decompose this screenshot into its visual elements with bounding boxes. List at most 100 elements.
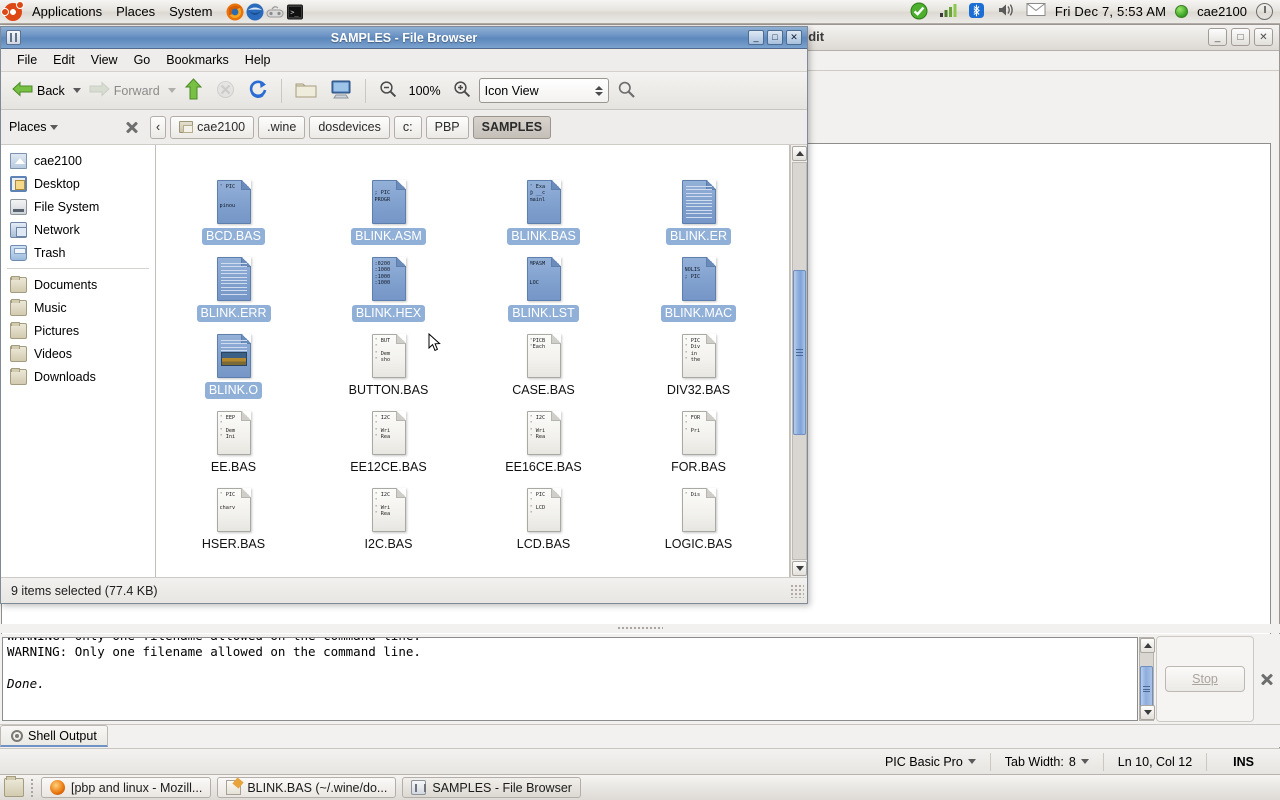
sidebar-item-trash[interactable]: Trash	[1, 241, 155, 264]
file-browser-titlebar[interactable]: SAMPLES - File Browser _ □ ✕	[1, 27, 807, 49]
stop-button[interactable]: Stop	[1165, 666, 1245, 692]
minimize-button[interactable]: _	[748, 30, 764, 45]
shell-scrollbar[interactable]	[1139, 637, 1155, 721]
mail-icon[interactable]	[1026, 2, 1046, 22]
shell-scroll-down-button[interactable]	[1140, 705, 1155, 720]
menu-places[interactable]: Places	[109, 1, 162, 23]
task-editor[interactable]: BLINK.BAS (~/.wine/do...	[217, 777, 397, 798]
file-item[interactable]: ' I2C ' ' Wri ' Rea EE16CE.BAS	[466, 407, 621, 484]
breadcrumb-cae2100[interactable]: cae2100	[170, 115, 255, 139]
pane-splitter[interactable]	[0, 624, 1280, 633]
file-item[interactable]: ' PIC ' ' LCD ' LCD.BAS	[466, 484, 621, 561]
sidebar-item-documents[interactable]: Documents	[1, 273, 155, 296]
file-item[interactable]: BLINK.ERR	[156, 253, 311, 330]
file-item[interactable]: ' PIC ' Div ' in ' the DIV32.BAS	[621, 330, 776, 407]
menu-file[interactable]: File	[10, 51, 44, 69]
breadcrumb-samples[interactable]: SAMPLES	[472, 115, 552, 139]
file-item[interactable]: ' PIC pinou BCD.BAS	[156, 176, 311, 253]
zoom-in-button[interactable]	[448, 77, 476, 104]
breadcrumb-dosdevices[interactable]: dosdevices	[309, 115, 390, 139]
resize-grip-icon[interactable]	[790, 583, 804, 598]
file-icon-view[interactable]: ADCIN8.BASADCIN10.BASASMINT.BASASMINT17.…	[156, 145, 790, 577]
thunderbird-icon[interactable]	[245, 2, 265, 22]
panel-username[interactable]: cae2100	[1197, 4, 1247, 19]
file-item[interactable]: 'PICB 'Each CASE.BAS	[466, 330, 621, 407]
scrollbar-trough[interactable]	[792, 162, 807, 560]
network-signal-icon[interactable]	[939, 2, 959, 22]
task-firefox[interactable]: [pbp and linux - Mozill...	[41, 777, 212, 798]
zoom-out-button[interactable]	[374, 77, 402, 104]
menu-help[interactable]: Help	[238, 51, 278, 69]
user-status-icon[interactable]	[1175, 5, 1189, 18]
maximize-button[interactable]: □	[767, 30, 783, 45]
bg-maximize-button[interactable]: □	[1231, 28, 1250, 46]
home-button[interactable]	[290, 77, 322, 105]
breadcrumb-pbp[interactable]: PBP	[425, 115, 469, 139]
menu-bookmarks[interactable]: Bookmarks	[159, 51, 236, 69]
firefox-icon[interactable]	[225, 2, 245, 22]
file-item[interactable]: ' PIC charv HSER.BAS	[156, 484, 311, 561]
language-selector[interactable]: PIC Basic Pro	[871, 755, 990, 769]
close-sidebar-icon[interactable]	[124, 119, 140, 135]
close-icon[interactable]	[1259, 671, 1275, 687]
tab-shell-output[interactable]: Shell Output	[0, 725, 108, 747]
reload-button[interactable]	[243, 76, 273, 105]
file-item[interactable]: BLINK.ER	[621, 176, 776, 253]
file-item[interactable]: ' I2C ' ' Wri ' Rea EE12CE.BAS	[311, 407, 466, 484]
shell-output-text[interactable]: WARNING: Only one filename allowed on th…	[2, 637, 1138, 721]
power-icon[interactable]	[1256, 3, 1273, 20]
back-button[interactable]: Back	[7, 77, 70, 104]
file-item[interactable]: ' BUT ' ' Dem ' sho BUTTON.BAS	[311, 330, 466, 407]
close-button[interactable]: ✕	[786, 30, 802, 45]
update-ok-icon[interactable]	[910, 2, 930, 22]
sidebar-item-file-system[interactable]: File System	[1, 195, 155, 218]
file-item[interactable]: BLINK.O	[156, 330, 311, 407]
sidebar-item-pictures[interactable]: Pictures	[1, 319, 155, 342]
bg-close-button[interactable]: ✕	[1254, 28, 1273, 46]
up-button[interactable]	[179, 75, 208, 106]
menu-edit[interactable]: Edit	[46, 51, 82, 69]
tab-width-selector[interactable]: Tab Width: 8	[991, 755, 1103, 769]
menu-go[interactable]: Go	[127, 51, 158, 69]
file-browser-window[interactable]: SAMPLES - File Browser _ □ ✕ File Edit V…	[0, 26, 808, 604]
menu-applications[interactable]: Applications	[25, 1, 109, 23]
show-desktop-icon[interactable]	[4, 776, 24, 797]
scrollbar-thumb[interactable]	[793, 270, 806, 435]
volume-icon[interactable]	[997, 2, 1017, 22]
panel-clock[interactable]: Fri Dec 7, 5:53 AM	[1055, 4, 1166, 19]
terminal-icon[interactable]: >_	[285, 2, 305, 22]
file-item[interactable]: ADCIN8.BAS	[156, 145, 311, 176]
bg-minimize-button[interactable]: _	[1208, 28, 1227, 46]
stop-button-toolbar[interactable]	[211, 77, 240, 105]
file-item[interactable]: ' EEP ' ' Dem ' Ini EE.BAS	[156, 407, 311, 484]
file-view-scrollbar[interactable]	[790, 145, 807, 577]
sidebar-item-network[interactable]: Network	[1, 218, 155, 241]
back-dropdown-icon[interactable]	[72, 88, 81, 93]
forward-dropdown-icon[interactable]	[167, 88, 176, 93]
breadcrumb-c[interactable]: c:	[393, 115, 422, 139]
file-item[interactable]: MPASM LOC BLINK.LST	[466, 253, 621, 330]
file-item[interactable]: ; PIC PROGR BLINK.ASM	[311, 176, 466, 253]
file-item[interactable]: ' Dis LOGIC.BAS	[621, 484, 776, 561]
search-button[interactable]	[612, 77, 641, 105]
breadcrumb-prev-button[interactable]: ‹	[150, 115, 167, 139]
forward-button[interactable]: Forward	[84, 77, 165, 104]
sidebar-item-music[interactable]: Music	[1, 296, 155, 319]
file-item[interactable]: ' I2C ' ' Wri ' Rea I2C.BAS	[311, 484, 466, 561]
file-item[interactable]: :0200 :1000 :1000 :1000 BLINK.HEX	[311, 253, 466, 330]
computer-button[interactable]	[325, 76, 357, 105]
file-item[interactable]: ASMINT17.BAS	[621, 145, 776, 176]
sidebar-item-videos[interactable]: Videos	[1, 342, 155, 365]
gamepad-icon[interactable]	[265, 2, 285, 22]
sidebar-item-cae2100[interactable]: cae2100	[1, 149, 155, 172]
file-item[interactable]: ADCIN10.BAS	[311, 145, 466, 176]
file-item[interactable]: ' Exa @ __c mainl BLINK.BAS	[466, 176, 621, 253]
file-item[interactable]: ASMINT.BAS	[466, 145, 621, 176]
scroll-down-button[interactable]	[792, 561, 807, 576]
task-file-browser[interactable]: SAMPLES - File Browser	[402, 777, 581, 798]
sidebar-item-desktop[interactable]: Desktop	[1, 172, 155, 195]
menu-view[interactable]: View	[84, 51, 125, 69]
places-dropdown[interactable]: Places	[9, 120, 124, 134]
file-item[interactable]: NOLIS ; PIC BLINK.MAC	[621, 253, 776, 330]
scroll-up-button[interactable]	[792, 146, 807, 161]
